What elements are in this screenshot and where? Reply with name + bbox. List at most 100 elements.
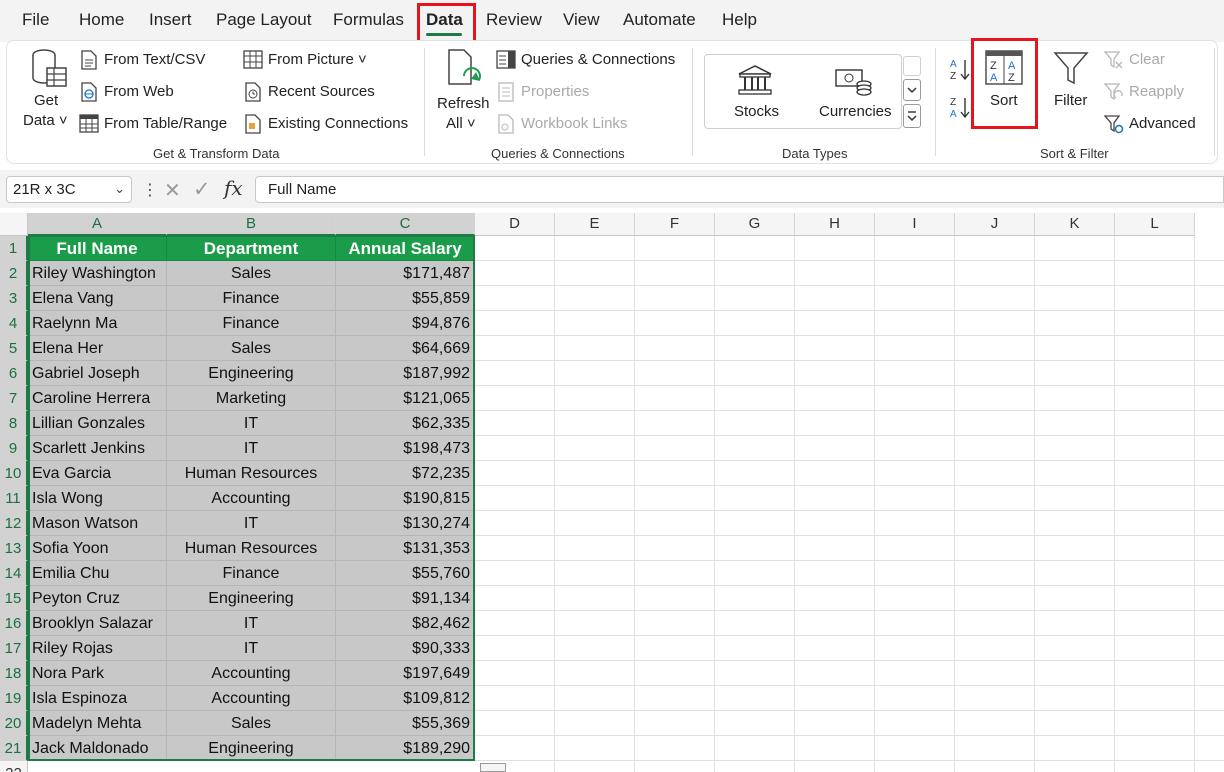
quick-analysis-icon[interactable]	[480, 763, 506, 772]
chevron-down-icon[interactable]: ⌄	[114, 181, 125, 197]
table-cell[interactable]: Finance	[167, 561, 336, 586]
gallery-scroll-down-button[interactable]	[903, 79, 921, 101]
tab-view[interactable]: View	[563, 10, 600, 30]
table-cell[interactable]: $72,235	[336, 461, 475, 486]
row-header[interactable]: 16	[0, 611, 28, 636]
table-cell[interactable]: $91,134	[336, 586, 475, 611]
table-cell[interactable]: $121,065	[336, 386, 475, 411]
table-cell[interactable]: Scarlett Jenkins	[28, 436, 167, 461]
table-cell[interactable]: Human Resources	[167, 461, 336, 486]
formula-input[interactable]: Full Name	[255, 176, 1224, 203]
table-cell[interactable]: Madelyn Mehta	[28, 711, 167, 736]
tab-automate[interactable]: Automate	[623, 10, 696, 30]
row-header[interactable]: 20	[0, 711, 28, 736]
table-cell[interactable]: Nora Park	[28, 661, 167, 686]
table-cell[interactable]: Brooklyn Salazar	[28, 611, 167, 636]
table-cell[interactable]: Sofia Yoon	[28, 536, 167, 561]
column-header-k[interactable]: K	[1035, 213, 1115, 236]
table-cell[interactable]: Sales	[167, 336, 336, 361]
table-cell[interactable]: IT	[167, 611, 336, 636]
table-cell[interactable]: Raelynn Ma	[28, 311, 167, 336]
header-cell[interactable]: Full Name	[28, 236, 167, 261]
table-cell[interactable]: Jack Maldonado	[28, 736, 167, 761]
column-header-f[interactable]: F	[635, 213, 715, 236]
row-header[interactable]: 22	[0, 761, 28, 772]
table-cell[interactable]: $109,812	[336, 686, 475, 711]
table-cell[interactable]: Mason Watson	[28, 511, 167, 536]
table-cell[interactable]: Caroline Herrera	[28, 386, 167, 411]
header-cell[interactable]: Department	[167, 236, 336, 261]
tab-formulas[interactable]: Formulas	[333, 10, 404, 30]
table-cell[interactable]: Accounting	[167, 686, 336, 711]
row-header[interactable]: 3	[0, 286, 28, 311]
table-cell[interactable]: $189,290	[336, 736, 475, 761]
row-header[interactable]: 14	[0, 561, 28, 586]
table-cell[interactable]: Accounting	[167, 486, 336, 511]
table-cell[interactable]: $198,473	[336, 436, 475, 461]
table-cell[interactable]: Gabriel Joseph	[28, 361, 167, 386]
column-header-g[interactable]: G	[715, 213, 795, 236]
table-cell[interactable]: Marketing	[167, 386, 336, 411]
row-header[interactable]: 11	[0, 486, 28, 511]
formula-bar-options-icon[interactable]: ⋮	[142, 180, 158, 200]
row-header[interactable]: 2	[0, 261, 28, 286]
tab-file[interactable]: File	[22, 10, 49, 30]
table-cell[interactable]: $94,876	[336, 311, 475, 336]
insert-function-icon[interactable]: fx	[224, 176, 243, 200]
table-cell[interactable]: $62,335	[336, 411, 475, 436]
cancel-formula-icon[interactable]: ✕	[164, 178, 181, 203]
table-cell[interactable]: Sales	[167, 711, 336, 736]
tab-review[interactable]: Review	[486, 10, 542, 30]
table-cell[interactable]: $64,669	[336, 336, 475, 361]
column-header-i[interactable]: I	[875, 213, 955, 236]
column-header-a[interactable]: A	[28, 213, 167, 236]
table-cell[interactable]: $197,649	[336, 661, 475, 686]
table-cell[interactable]: Elena Vang	[28, 286, 167, 311]
tab-home[interactable]: Home	[79, 10, 124, 30]
table-cell[interactable]: Emilia Chu	[28, 561, 167, 586]
table-cell[interactable]: $55,760	[336, 561, 475, 586]
table-cell[interactable]: IT	[167, 511, 336, 536]
tab-help[interactable]: Help	[722, 10, 757, 30]
table-cell[interactable]: Human Resources	[167, 536, 336, 561]
table-cell[interactable]: $90,333	[336, 636, 475, 661]
column-header-c[interactable]: C	[336, 213, 475, 236]
row-header[interactable]: 6	[0, 361, 28, 386]
row-header[interactable]: 19	[0, 686, 28, 711]
row-header[interactable]: 18	[0, 661, 28, 686]
table-cell[interactable]: Finance	[167, 286, 336, 311]
table-cell[interactable]: $82,462	[336, 611, 475, 636]
column-header-b[interactable]: B	[167, 213, 336, 236]
table-cell[interactable]: Isla Wong	[28, 486, 167, 511]
row-header[interactable]: 1	[0, 236, 28, 261]
table-cell[interactable]: Isla Espinoza	[28, 686, 167, 711]
header-cell[interactable]: Annual Salary	[336, 236, 475, 261]
table-cell[interactable]: IT	[167, 636, 336, 661]
table-cell[interactable]: $171,487	[336, 261, 475, 286]
column-header-h[interactable]: H	[795, 213, 875, 236]
row-header[interactable]: 10	[0, 461, 28, 486]
select-all-corner[interactable]	[0, 213, 28, 236]
table-cell[interactable]: $130,274	[336, 511, 475, 536]
table-cell[interactable]: Engineering	[167, 361, 336, 386]
table-cell[interactable]: $187,992	[336, 361, 475, 386]
table-cell[interactable]: $55,859	[336, 286, 475, 311]
row-header[interactable]: 15	[0, 586, 28, 611]
column-header-j[interactable]: J	[955, 213, 1035, 236]
table-cell[interactable]: Engineering	[167, 586, 336, 611]
gallery-more-button[interactable]	[903, 104, 921, 128]
tab-page-layout[interactable]: Page Layout	[216, 10, 311, 30]
table-cell[interactable]: IT	[167, 436, 336, 461]
table-cell[interactable]: Lillian Gonzales	[28, 411, 167, 436]
table-cell[interactable]: Eva Garcia	[28, 461, 167, 486]
row-header[interactable]: 12	[0, 511, 28, 536]
name-box[interactable]: 21R x 3C ⌄	[6, 176, 132, 203]
table-cell[interactable]: $55,369	[336, 711, 475, 736]
enter-formula-icon[interactable]: ✓	[193, 177, 211, 202]
tab-insert[interactable]: Insert	[149, 10, 192, 30]
row-header[interactable]: 17	[0, 636, 28, 661]
row-header[interactable]: 4	[0, 311, 28, 336]
table-cell[interactable]: Riley Washington	[28, 261, 167, 286]
row-header[interactable]: 7	[0, 386, 28, 411]
row-header[interactable]: 9	[0, 436, 28, 461]
